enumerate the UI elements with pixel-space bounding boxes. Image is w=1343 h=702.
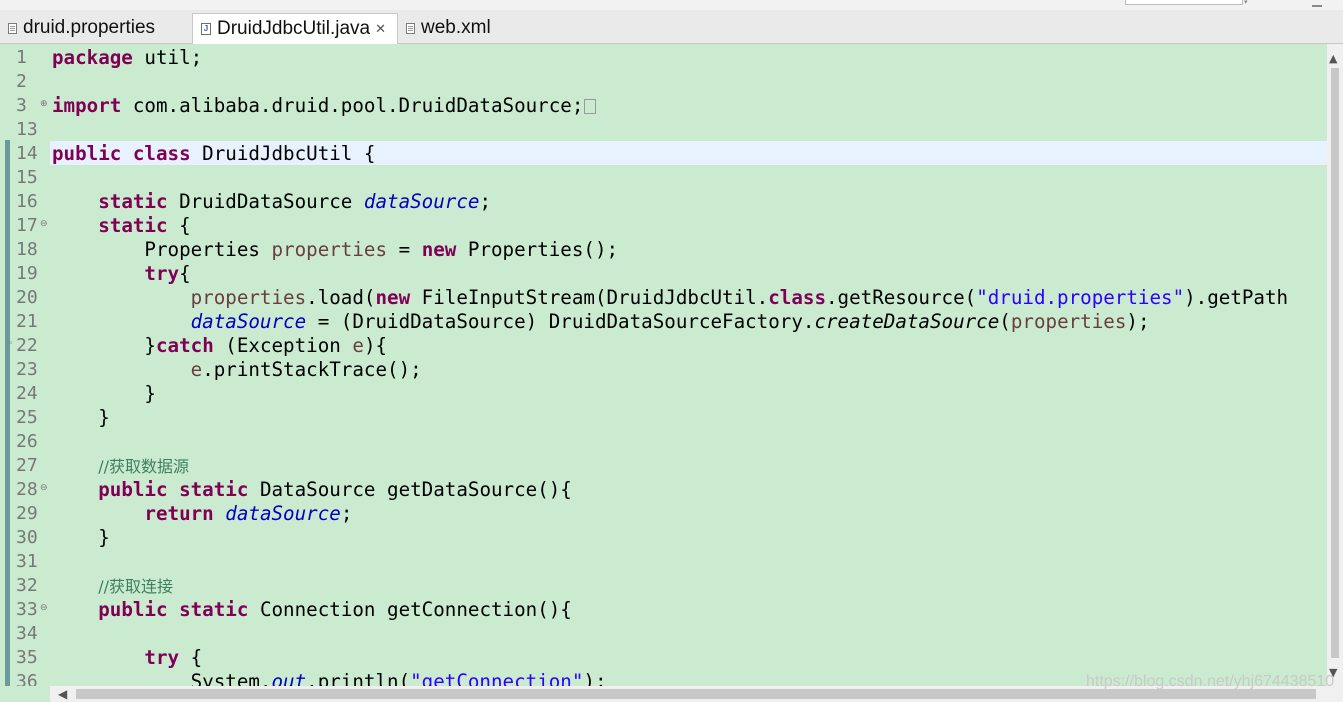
line-number: 13 xyxy=(16,119,38,140)
code-line: public class DruidJdbcUtil { xyxy=(52,142,376,165)
code-line: return dataSource; xyxy=(144,502,353,525)
code-line: } xyxy=(98,526,110,549)
code-line: //获取连接 xyxy=(98,577,174,596)
scrollbar-corner xyxy=(0,686,50,702)
line-number: 18 xyxy=(16,239,38,260)
top-toolbar-strip: ▾ xyxy=(0,0,1343,10)
folded-imports-icon[interactable] xyxy=(584,99,597,114)
code-line: Properties properties = new Properties()… xyxy=(144,238,619,261)
editor-tab-bar: druid.properties J DruidJdbcUtil.java ✕ … xyxy=(0,10,1343,44)
line-number: 14 xyxy=(16,143,38,164)
quick-access-field[interactable] xyxy=(1125,0,1243,5)
code-line: public static Connection getConnection()… xyxy=(98,598,572,621)
expand-fold-icon[interactable]: ⊕ xyxy=(40,100,48,109)
vertical-scroll-thumb[interactable] xyxy=(1331,68,1339,658)
line-number: 35 xyxy=(16,647,38,668)
line-number: 17 xyxy=(16,215,38,236)
code-line: try { xyxy=(144,646,203,669)
line-number: 21 xyxy=(16,311,38,332)
vertical-scrollbar[interactable]: ▲ ▼ xyxy=(1327,44,1343,686)
line-number: 31 xyxy=(16,551,38,572)
xml-file-icon xyxy=(406,22,415,34)
line-number: 28 xyxy=(16,479,38,500)
line-number: 20 xyxy=(16,287,38,308)
line-number: 23 xyxy=(16,359,38,380)
code-line: } xyxy=(144,382,156,405)
collapse-fold-icon[interactable]: ⊖ xyxy=(40,604,48,613)
line-number: 26 xyxy=(16,431,38,452)
scroll-left-icon[interactable]: ◀ xyxy=(58,686,67,702)
collapse-fold-icon[interactable]: ⊖ xyxy=(40,220,48,229)
line-number: 36 xyxy=(16,671,38,686)
line-number: 29 xyxy=(16,503,38,524)
code-line: System.out.println("getConnection"); xyxy=(190,670,607,686)
line-number: 16 xyxy=(16,191,38,212)
code-line: static { xyxy=(98,214,191,237)
code-editor[interactable]: 1 2 3 13 14 15 16 17 18 19 20 21 22 23 2… xyxy=(0,44,1327,686)
tab-web-xml[interactable]: web.xml xyxy=(398,13,508,43)
line-number: 22 xyxy=(16,335,38,356)
line-number: 15 xyxy=(16,167,38,188)
watermark: https://blog.csdn.net/yhj674438510 xyxy=(1086,673,1335,690)
tab-label: druid.properties xyxy=(23,17,156,38)
quick-access-dropdown-icon[interactable]: ▾ xyxy=(1244,0,1254,6)
java-file-icon: J xyxy=(201,23,211,35)
scroll-up-icon[interactable]: ▲ xyxy=(1329,52,1337,65)
code-line: package util; xyxy=(52,46,203,69)
code-line: //获取数据源 xyxy=(98,457,190,476)
line-number: 3 xyxy=(16,95,27,116)
code-line: import com.alibaba.druid.pool.DruidDataS… xyxy=(52,94,597,118)
line-number: 32 xyxy=(16,575,38,596)
line-number: 25 xyxy=(16,407,38,428)
code-line: public static DataSource getDataSource()… xyxy=(98,478,572,501)
line-number: 19 xyxy=(16,263,38,284)
line-number: 34 xyxy=(16,623,38,644)
line-number: 27 xyxy=(16,455,38,476)
tab-druidjdbcutil-java[interactable]: J DruidJdbcUtil.java ✕ xyxy=(192,13,398,44)
tab-label: web.xml xyxy=(421,17,491,38)
line-number: 1 xyxy=(16,47,27,68)
code-line: static DruidDataSource dataSource; xyxy=(98,190,492,213)
line-number: 33 xyxy=(16,599,38,620)
collapse-fold-icon[interactable]: ⊖ xyxy=(40,484,48,493)
close-icon[interactable]: ✕ xyxy=(375,21,386,37)
minimize-icon[interactable] xyxy=(1312,0,1322,7)
code-line: e.printStackTrace(); xyxy=(190,358,422,381)
code-line: }catch (Exception e){ xyxy=(144,334,388,357)
code-line: properties.load(new FileInputStream(Drui… xyxy=(190,286,1289,309)
line-number: 30 xyxy=(16,527,38,548)
code-line: dataSource = (DruidDataSource) DruidData… xyxy=(190,310,1150,333)
code-line: } xyxy=(98,406,110,429)
line-number: 24 xyxy=(16,383,38,404)
breakpoint-marker-icon: ◦ xyxy=(8,339,14,349)
tab-label: DruidJdbcUtil.java xyxy=(217,18,371,39)
tab-druid-properties[interactable]: druid.properties xyxy=(0,13,190,43)
line-number: 2 xyxy=(16,71,27,92)
code-line: try{ xyxy=(144,262,191,285)
properties-file-icon xyxy=(8,22,17,34)
